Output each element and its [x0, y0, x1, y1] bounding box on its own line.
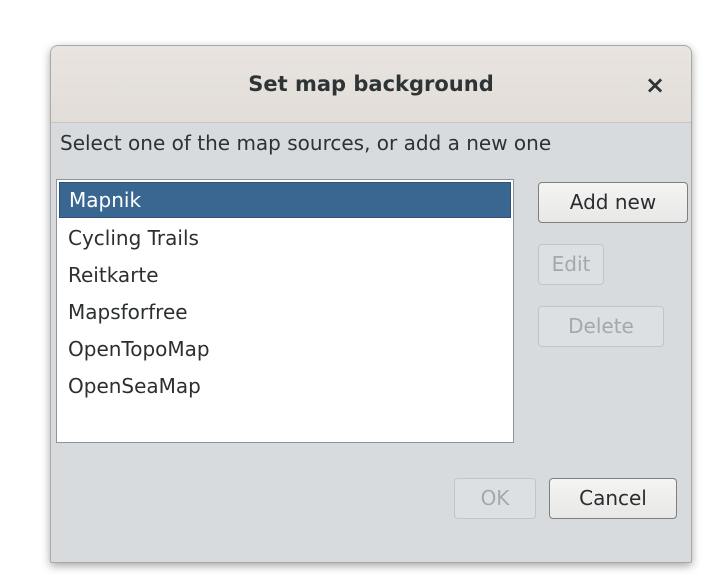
map-source-item[interactable]: Mapsforfree	[57, 294, 513, 331]
map-source-item[interactable]: Mapnik	[59, 182, 511, 218]
dialog-title: Set map background	[248, 72, 494, 96]
map-source-item[interactable]: Cycling Trails	[57, 220, 513, 257]
edit-button[interactable]: Edit	[538, 244, 604, 285]
set-map-background-dialog: Set map background × Select one of the m…	[50, 45, 692, 563]
add-new-button[interactable]: Add new	[538, 182, 688, 223]
instruction-label: Select one of the map sources, or add a …	[60, 131, 552, 155]
map-source-item[interactable]: OpenTopoMap	[57, 331, 513, 368]
map-source-item[interactable]: OpenSeaMap	[57, 368, 513, 405]
ok-button[interactable]: OK	[454, 478, 536, 519]
cancel-button[interactable]: Cancel	[549, 478, 677, 519]
map-source-item[interactable]: Reitkarte	[57, 257, 513, 294]
map-source-list[interactable]: Mapnik Cycling Trails Reitkarte Mapsforf…	[56, 179, 514, 443]
close-icon[interactable]: ×	[636, 66, 674, 104]
delete-button[interactable]: Delete	[538, 306, 664, 347]
titlebar[interactable]: Set map background ×	[51, 46, 691, 123]
